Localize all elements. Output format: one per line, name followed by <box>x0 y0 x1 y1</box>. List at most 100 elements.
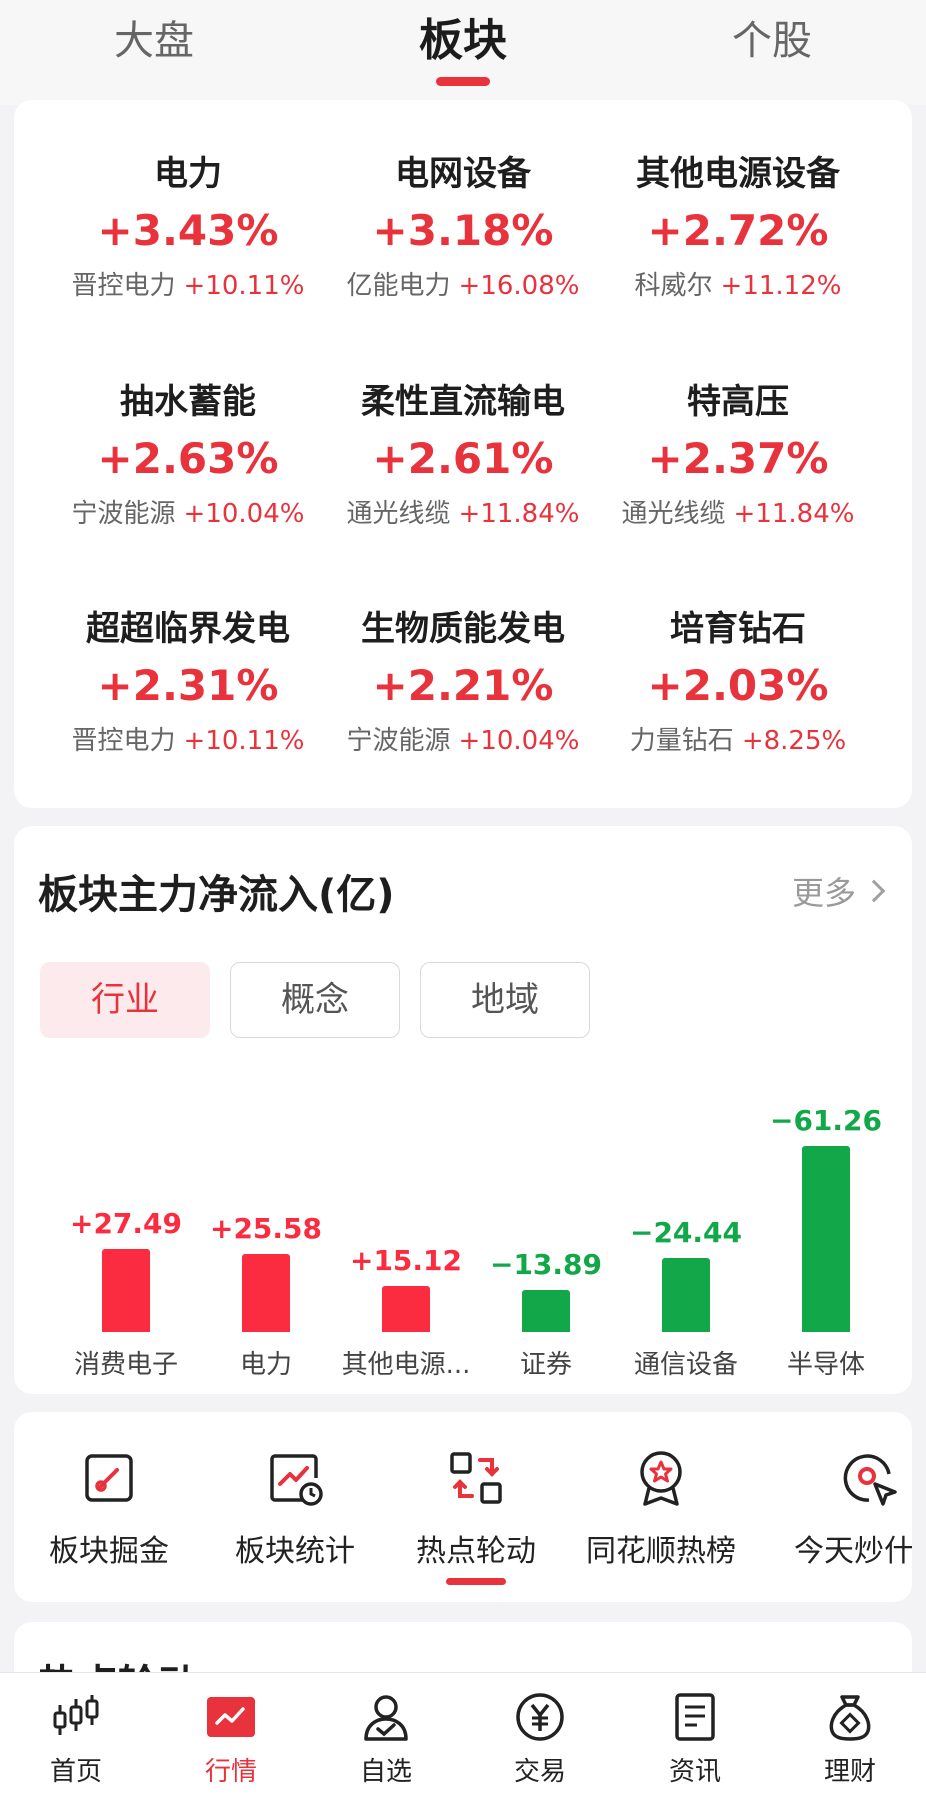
sector-name: 电力 <box>154 154 222 194</box>
sector-name: 电网设备 <box>395 154 531 194</box>
tab-stock[interactable]: 个股 <box>672 8 872 66</box>
sector-cell[interactable]: 电力 +3.43% 晋控电力 +10.11% <box>38 150 338 306</box>
segment-industry[interactable]: 行业 <box>40 962 210 1038</box>
sector-change: +2.21% <box>372 661 554 710</box>
tool-hot-list[interactable]: 同花顺热榜 <box>566 1448 756 1570</box>
nav-label: 首页 <box>49 1757 102 1787</box>
active-tab-indicator <box>436 77 490 86</box>
sector-name: 其他电源设备 <box>636 154 840 194</box>
bar-group[interactable]: +25.58 电力 <box>196 1066 336 1386</box>
sector-change: +2.31% <box>97 661 279 710</box>
bar-group[interactable]: −24.44 通信设备 <box>616 1066 756 1386</box>
leader-stock-name: 晋控电力 <box>71 726 176 756</box>
target-cursor-icon <box>843 1454 897 1506</box>
chart-clock-icon <box>270 1454 323 1506</box>
sector-name: 培育钻石 <box>670 609 806 649</box>
segment-region[interactable]: 地域 <box>420 962 590 1038</box>
section-title: 板块主力净流入(亿) <box>38 872 395 918</box>
sector-cell[interactable]: 抽水蓄能 +2.63% 宁波能源 +10.04% <box>38 378 338 534</box>
bar-group[interactable]: +27.49 消费电子 <box>56 1066 196 1386</box>
bar-value-label: +25.58 <box>209 1212 323 1246</box>
user-check-icon <box>364 1695 408 1741</box>
document-icon <box>675 1693 715 1741</box>
nav-label: 交易 <box>513 1757 566 1787</box>
nav-news[interactable]: 资讯 <box>635 1691 755 1788</box>
tool-what-to-trade-today[interactable]: 今天炒什么 <box>774 1448 912 1570</box>
tool-sector-stats[interactable]: 板块统计 <box>200 1448 390 1570</box>
more-link[interactable]: 更多 <box>791 868 886 914</box>
nav-watchlist[interactable]: 自选 <box>326 1691 446 1788</box>
more-label: 更多 <box>791 874 856 912</box>
sector-cell[interactable]: 生物质能发电 +2.21% 宁波能源 +10.04% <box>313 605 613 761</box>
tool-label: 热点轮动 <box>416 1534 536 1569</box>
nav-trade[interactable]: 交易 <box>480 1691 600 1788</box>
leader-stock-change: +16.08% <box>458 271 580 301</box>
tab-sector[interactable]: 板块 <box>363 4 563 68</box>
sector-cell[interactable]: 柔性直流输电 +2.61% 通光线缆 +11.84% <box>313 378 613 534</box>
nav-label: 行情 <box>204 1757 257 1787</box>
bar-group[interactable]: −61.26 半导体 <box>756 1066 896 1386</box>
nav-wealth[interactable]: 理财 <box>790 1691 910 1788</box>
sector-net-inflow-card: 板块主力净流入(亿) 更多 行业 概念 地域 +27.49 消费电子 +25.5… <box>14 826 912 1394</box>
market-chart-icon <box>207 1697 255 1737</box>
sector-name: 特高压 <box>687 382 789 422</box>
top-tab-bar: 大盘 板块 个股 <box>0 0 926 105</box>
yuan-icon <box>516 1693 564 1741</box>
bar <box>662 1257 710 1332</box>
sector-leader: 通光线缆 +11.84% <box>313 494 613 534</box>
bar-value-label: +27.49 <box>69 1206 183 1240</box>
candlestick-icon <box>53 1695 99 1735</box>
nav-label: 资讯 <box>668 1757 721 1787</box>
gold-dig-icon <box>85 1454 133 1502</box>
tools-shortcut-row: 板块掘金 板块统计 热点轮动 同花顺热榜 今天炒什 <box>14 1412 912 1602</box>
tool-sector-gold-dig[interactable]: 板块掘金 <box>14 1448 204 1570</box>
tool-label: 今天炒什么 <box>794 1534 912 1569</box>
leader-stock-change: +11.12% <box>720 271 842 301</box>
bottom-navigation: 首页 行情 自选 交易 资讯 理财 <box>0 1672 926 1798</box>
bar-value-label: −24.44 <box>629 1215 743 1249</box>
leader-stock-change: +10.11% <box>183 271 305 301</box>
tool-hot-rotation[interactable]: 热点轮动 <box>381 1448 571 1570</box>
leader-stock-name: 力量钻石 <box>629 726 734 756</box>
sector-cell[interactable]: 培育钻石 +2.03% 力量钻石 +8.25% <box>588 605 888 761</box>
leader-stock-change: +10.04% <box>458 726 580 756</box>
bar-value-label: −61.26 <box>769 1104 883 1137</box>
leader-stock-change: +10.11% <box>183 726 305 756</box>
money-bag-icon <box>829 1695 871 1741</box>
sector-cell[interactable]: 其他电源设备 +2.72% 科威尔 +11.12% <box>588 150 888 306</box>
net-inflow-bar-chart: +27.49 消费电子 +25.58 电力 +15.12 其他电源... −13… <box>14 1066 912 1386</box>
sector-cell[interactable]: 电网设备 +3.18% 亿能电力 +16.08% <box>313 150 613 306</box>
leader-stock-name: 亿能电力 <box>346 271 451 301</box>
nav-home[interactable]: 首页 <box>16 1691 136 1788</box>
bar-category-label: 证券 <box>519 1350 572 1380</box>
sector-cell[interactable]: 特高压 +2.37% 通光线缆 +11.84% <box>588 378 888 534</box>
sector-change: +3.18% <box>372 206 554 255</box>
sector-change: +2.72% <box>647 206 829 255</box>
bar-group[interactable]: +15.12 其他电源... <box>336 1066 476 1386</box>
tab-market[interactable]: 大盘 <box>54 8 254 66</box>
sector-leader: 晋控电力 +10.11% <box>38 266 338 306</box>
leader-stock-name: 科威尔 <box>634 271 713 301</box>
segment-concept[interactable]: 概念 <box>230 962 400 1038</box>
bar-category-label: 半导体 <box>786 1350 865 1380</box>
leader-stock-change: +11.84% <box>733 499 855 529</box>
leader-stock-change: +8.25% <box>741 726 847 756</box>
sector-leader: 通光线缆 +11.84% <box>588 494 888 534</box>
leader-stock-name: 宁波能源 <box>71 499 176 529</box>
bar-group[interactable]: −13.89 证券 <box>476 1066 616 1386</box>
tool-label: 板块掘金 <box>49 1534 169 1569</box>
tool-label: 板块统计 <box>235 1534 355 1569</box>
sector-cell[interactable]: 超超临界发电 +2.31% 晋控电力 +10.11% <box>38 605 338 761</box>
sector-leader: 宁波能源 +10.04% <box>38 494 338 534</box>
sector-change: +3.43% <box>97 206 279 255</box>
bar <box>102 1248 150 1332</box>
sector-grid-card: 电力 +3.43% 晋控电力 +10.11% 电网设备 +3.18% 亿能电力 +1… <box>14 100 912 808</box>
sector-leader: 晋控电力 +10.11% <box>38 721 338 761</box>
rotation-icon <box>450 1452 502 1504</box>
bar <box>242 1254 290 1332</box>
sector-change: +2.63% <box>97 434 279 483</box>
leader-stock-name: 晋控电力 <box>71 271 176 301</box>
leader-stock-change: +11.84% <box>458 499 580 529</box>
bar <box>522 1289 570 1332</box>
nav-market[interactable]: 行情 <box>171 1691 291 1788</box>
